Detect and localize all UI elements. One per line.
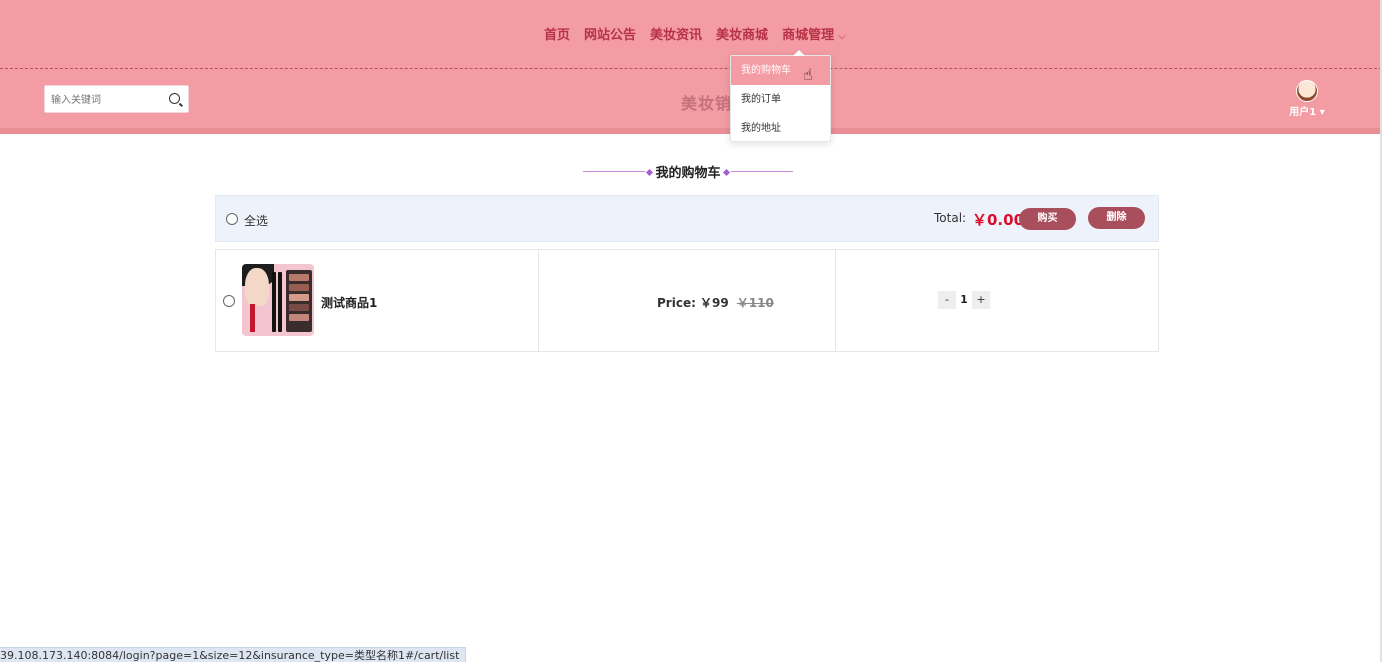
site-header: 首页 网站公告 美妆资讯 美妆商城 商城管理⌵ 美妆销 用户1 ▾: [0, 0, 1382, 134]
diamond-icon: [646, 168, 654, 177]
product-name[interactable]: 测试商品1: [321, 294, 377, 311]
dropdown-item-my-cart[interactable]: 我的购物车: [731, 56, 830, 85]
caret-down-icon: ▾: [1319, 107, 1325, 118]
nav-item-home[interactable]: 首页: [544, 24, 570, 43]
product-original-price: ￥110: [736, 296, 774, 310]
nav-item-beauty-mall[interactable]: 美妆商城: [716, 24, 768, 43]
product-price: Price: ￥99: [657, 296, 729, 310]
user-name: 用户1: [1289, 107, 1317, 118]
nav-item-beauty-news[interactable]: 美妆资讯: [650, 24, 702, 43]
mall-management-dropdown: 我的购物车 我的订单 我的地址: [730, 50, 831, 143]
section-heading: 我的购物车: [583, 162, 793, 181]
heading-line-right: [731, 171, 793, 172]
dropdown-item-my-address[interactable]: 我的地址: [731, 114, 830, 143]
item-select-radio[interactable]: [223, 295, 235, 307]
quantity-stepper: - 1 +: [938, 291, 990, 309]
heading-line-left: [583, 171, 645, 172]
nav-item-announcements[interactable]: 网站公告: [584, 24, 636, 43]
top-navigation-bar: 首页 网站公告 美妆资讯 美妆商城 商城管理 ⌵: [0, 0, 1382, 69]
cart-item-product-cell: 测试商品1: [216, 250, 539, 351]
select-all-label[interactable]: 全选: [244, 212, 268, 229]
page-title: 我的购物车: [655, 166, 721, 181]
total-value: ￥0.00: [972, 211, 1025, 229]
search-input[interactable]: [51, 91, 161, 109]
quantity-increase-button[interactable]: +: [972, 291, 990, 309]
cart-toolbar: 全选 Total: ￥0.00 购买 删除: [215, 195, 1159, 242]
cart-item-quantity-cell: - 1 +: [836, 250, 1158, 351]
delete-button[interactable]: 删除: [1088, 207, 1145, 229]
avatar[interactable]: [1296, 80, 1318, 102]
search-box: [44, 85, 189, 113]
search-icon[interactable]: [169, 93, 180, 104]
cart-item-row: 测试商品1 Price: ￥99 ￥110 - 1 +: [215, 249, 1159, 352]
product-thumbnail[interactable]: [242, 264, 314, 336]
quantity-value[interactable]: 1: [956, 291, 972, 309]
site-title: 美妆销: [681, 94, 733, 113]
dropdown-item-my-orders[interactable]: 我的订单: [731, 85, 830, 114]
browser-status-url: 39.108.173.140:8084/login?page=1&size=12…: [0, 647, 467, 662]
main-nav: 首页 网站公告 美妆资讯 美妆商城 商城管理 ⌵: [544, 24, 846, 43]
user-menu[interactable]: 用户1 ▾: [1284, 80, 1330, 120]
cart-item-price-cell: Price: ￥99 ￥110: [539, 250, 836, 351]
buy-button[interactable]: 购买: [1019, 208, 1076, 230]
total-label: Total:: [934, 211, 967, 225]
quantity-decrease-button[interactable]: -: [938, 291, 956, 309]
nav-item-mall-management[interactable]: 商城管理 ⌵: [782, 24, 846, 43]
select-all-radio[interactable]: [226, 213, 238, 225]
diamond-icon: [722, 168, 730, 177]
nav-item-mall-management-label: 商城管理: [782, 28, 835, 43]
chevron-down-icon: ⌵: [838, 31, 846, 42]
hand-pointer-icon: ☝: [803, 65, 813, 84]
